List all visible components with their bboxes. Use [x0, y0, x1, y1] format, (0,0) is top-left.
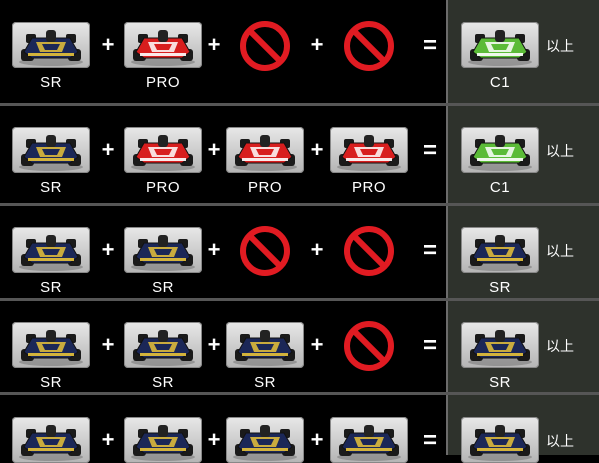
prohibited-icon [238, 224, 292, 278]
plus-sign: + [207, 137, 221, 162]
plus-sign: + [310, 332, 324, 357]
equals-sign: = [422, 137, 437, 164]
kart-glyph [233, 330, 297, 366]
kart-icon [124, 417, 202, 463]
result-kart-label: SR [489, 279, 511, 296]
kart-glyph [19, 30, 83, 66]
kart-glyph [131, 30, 195, 66]
plus-sign: + [207, 237, 221, 262]
plus-sign: + [101, 137, 115, 162]
kart-icon [12, 322, 90, 368]
kart-icon [12, 227, 90, 273]
kart-label: PRO [145, 74, 180, 91]
plus-sign: + [101, 332, 115, 357]
result-kart-icon [461, 127, 539, 173]
equals-sign: = [422, 427, 437, 454]
column-divider [446, 0, 448, 455]
plus-sign: + [101, 427, 115, 452]
kart-glyph [337, 425, 401, 461]
kart-icon [12, 127, 90, 173]
plus-sign: + [207, 427, 221, 452]
kart-label: PRO [351, 179, 386, 196]
result-kart-label: SR [489, 374, 511, 391]
kart-icon [226, 322, 304, 368]
result-suffix: 以上 [546, 433, 574, 449]
prohibited-icon [238, 19, 292, 73]
kart-glyph [337, 135, 401, 171]
plus-sign: + [310, 237, 324, 262]
kart-label: SR [40, 179, 62, 196]
kart-label: SR [152, 279, 174, 296]
kart-label: SR [254, 374, 276, 391]
kart-icon [124, 22, 202, 68]
kart-icon [12, 22, 90, 68]
kart-glyph [131, 135, 195, 171]
kart-glyph [233, 425, 297, 461]
kart-glyph [19, 135, 83, 171]
plus-sign: + [101, 32, 115, 57]
result-suffix: 以上 [546, 243, 574, 259]
result-kart-icon [461, 22, 539, 68]
result-suffix: 以上 [546, 338, 574, 354]
kart-label: SR [40, 374, 62, 391]
kart-icon [226, 417, 304, 463]
kart-icon [124, 127, 202, 173]
equals-sign: = [422, 332, 437, 359]
result-kart-icon [461, 227, 539, 273]
prohibited-icon [342, 224, 396, 278]
kart-glyph [131, 330, 195, 366]
result-kart-label: C1 [489, 179, 511, 196]
kart-label: PRO [145, 179, 180, 196]
result-suffix: 以上 [546, 38, 574, 54]
kart-icon [124, 227, 202, 273]
row-separator [0, 392, 599, 395]
plus-sign: + [207, 332, 221, 357]
result-kart-label: C1 [489, 74, 511, 91]
equals-sign: = [422, 32, 437, 59]
prohibited-icon [342, 19, 396, 73]
kart-label: SR [40, 74, 62, 91]
plus-sign: + [310, 137, 324, 162]
result-suffix: 以上 [546, 143, 574, 159]
prohibited-icon [342, 319, 396, 373]
plus-sign: + [310, 32, 324, 57]
equals-sign: = [422, 237, 437, 264]
row-separator [0, 203, 599, 206]
row-separator [0, 103, 599, 106]
kart-icon [330, 417, 408, 463]
kart-icon [330, 127, 408, 173]
kart-label: SR [152, 374, 174, 391]
kart-glyph [19, 425, 83, 461]
plus-sign: + [101, 237, 115, 262]
kart-icon [124, 322, 202, 368]
kart-icon [226, 127, 304, 173]
kart-glyph [233, 135, 297, 171]
kart-glyph [19, 330, 83, 366]
result-kart-icon [461, 417, 539, 463]
plus-sign: + [310, 427, 324, 452]
result-kart-icon [461, 322, 539, 368]
kart-label: SR [40, 279, 62, 296]
plus-sign: + [207, 32, 221, 57]
row-separator [0, 298, 599, 301]
kart-label: PRO [247, 179, 282, 196]
kart-glyph [131, 235, 195, 271]
kart-icon [12, 417, 90, 463]
kart-glyph [19, 235, 83, 271]
kart-glyph [131, 425, 195, 461]
